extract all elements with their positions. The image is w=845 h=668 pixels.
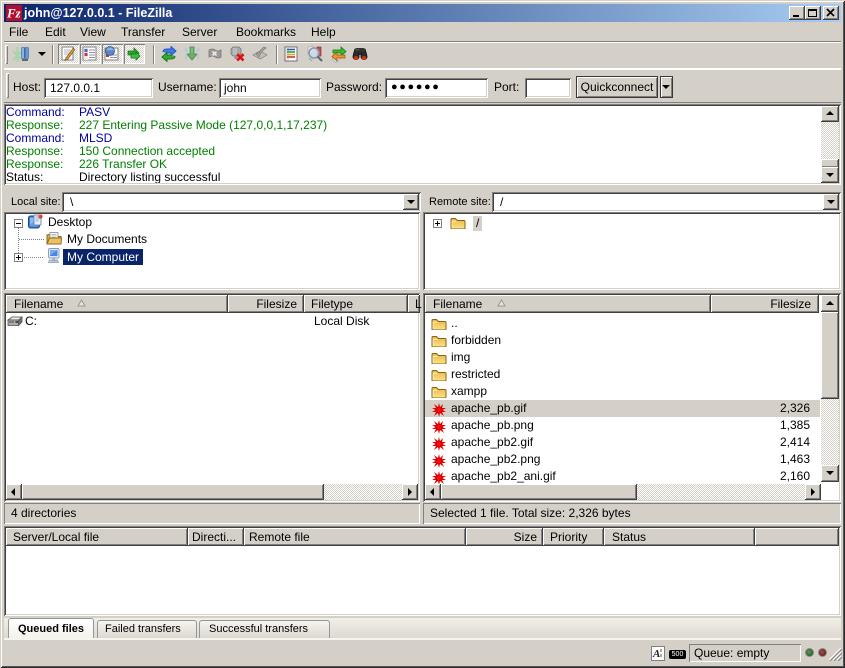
svg-text:A: A [652,648,660,660]
svg-text:Fz: Fz [6,6,22,21]
